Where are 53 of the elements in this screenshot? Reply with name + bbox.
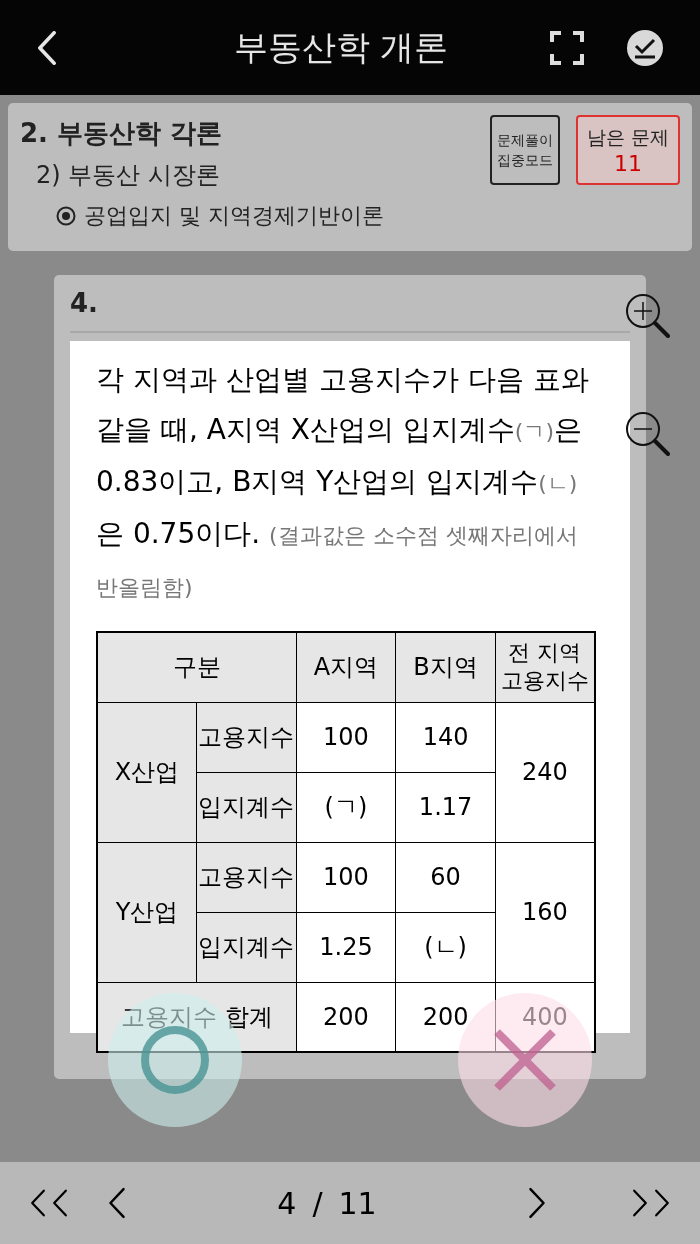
table-cell: 100	[296, 842, 396, 912]
first-page-button[interactable]	[30, 1187, 68, 1219]
window-title: 부동산학 개론	[232, 26, 450, 69]
zoom-in-icon[interactable]	[624, 292, 670, 338]
table-header: 입지계수	[196, 912, 297, 982]
table-header: 고용지수	[196, 842, 297, 912]
page-separator: /	[312, 1184, 323, 1223]
table-cell: 200	[395, 982, 496, 1052]
remaining-count: 11	[614, 151, 642, 178]
chevron-right-icon	[528, 1187, 546, 1219]
table-header: 고용지수 합계	[97, 982, 297, 1052]
table-cell: 240	[495, 702, 595, 842]
table-header: X산업	[97, 702, 197, 842]
fullscreen-icon[interactable]	[550, 30, 584, 65]
chevron-left-icon	[36, 30, 58, 65]
next-page-button[interactable]	[528, 1187, 546, 1219]
chevron-left-icon	[52, 1187, 68, 1219]
table-header: 입지계수	[196, 772, 297, 842]
table-cell: 160	[495, 842, 595, 982]
table-cell: 140	[395, 702, 496, 772]
table-header: 고용지수	[196, 702, 297, 772]
table-header: Y산업	[97, 842, 197, 982]
table-cell: (ㄴ)	[395, 912, 496, 982]
table-header: 전 지역 고용지수	[495, 632, 595, 702]
table-cell: 60	[395, 842, 496, 912]
remaining-label: 남은 문제	[586, 124, 669, 150]
table-cell: 1.25	[296, 912, 396, 982]
topic-title: 공업입지 및 지역경제기반이론	[84, 202, 384, 230]
chevron-left-icon	[108, 1187, 126, 1219]
total-pages: 11	[338, 1184, 377, 1223]
last-page-button[interactable]	[632, 1187, 670, 1219]
question-number: 4.	[70, 286, 98, 320]
chevron-right-icon	[632, 1187, 648, 1219]
table-header: B지역	[395, 632, 496, 702]
table-cell: 100	[296, 702, 396, 772]
chevron-left-icon	[30, 1187, 46, 1219]
table-cell: 1.17	[395, 772, 496, 842]
table-cell: 200	[296, 982, 396, 1052]
chevron-right-icon	[654, 1187, 670, 1219]
radio-icon	[56, 205, 76, 226]
section-title: 2) 부동산 시장론	[36, 160, 221, 191]
table-header: 구분	[97, 632, 297, 702]
zoom-out-icon[interactable]	[624, 410, 670, 456]
current-page: 4	[277, 1184, 297, 1223]
remaining-questions-badge[interactable]: 남은 문제 11	[576, 115, 680, 185]
previous-page-button[interactable]	[108, 1187, 126, 1219]
table-cell: (ㄱ)	[296, 772, 396, 842]
cross-icon	[493, 1028, 557, 1092]
table-header: A지역	[296, 632, 396, 702]
question-text: 각 지역과 산업별 고용지수가 다음 표와 같을 때, A지역 X산업의 입지계수(ㄱ)은 0.83이고, B지역 Y산업의 입지계수(ㄴ) 은 0.75이다. (결과값은 소수점 셋째자리에서 반올림함)	[96, 362, 590, 602]
focus-mode-button[interactable]: 문제풀이 집중모드	[490, 115, 560, 185]
chapter-title: 2. 부동산학 각론	[20, 117, 224, 150]
check-circle-icon[interactable]	[626, 28, 664, 67]
